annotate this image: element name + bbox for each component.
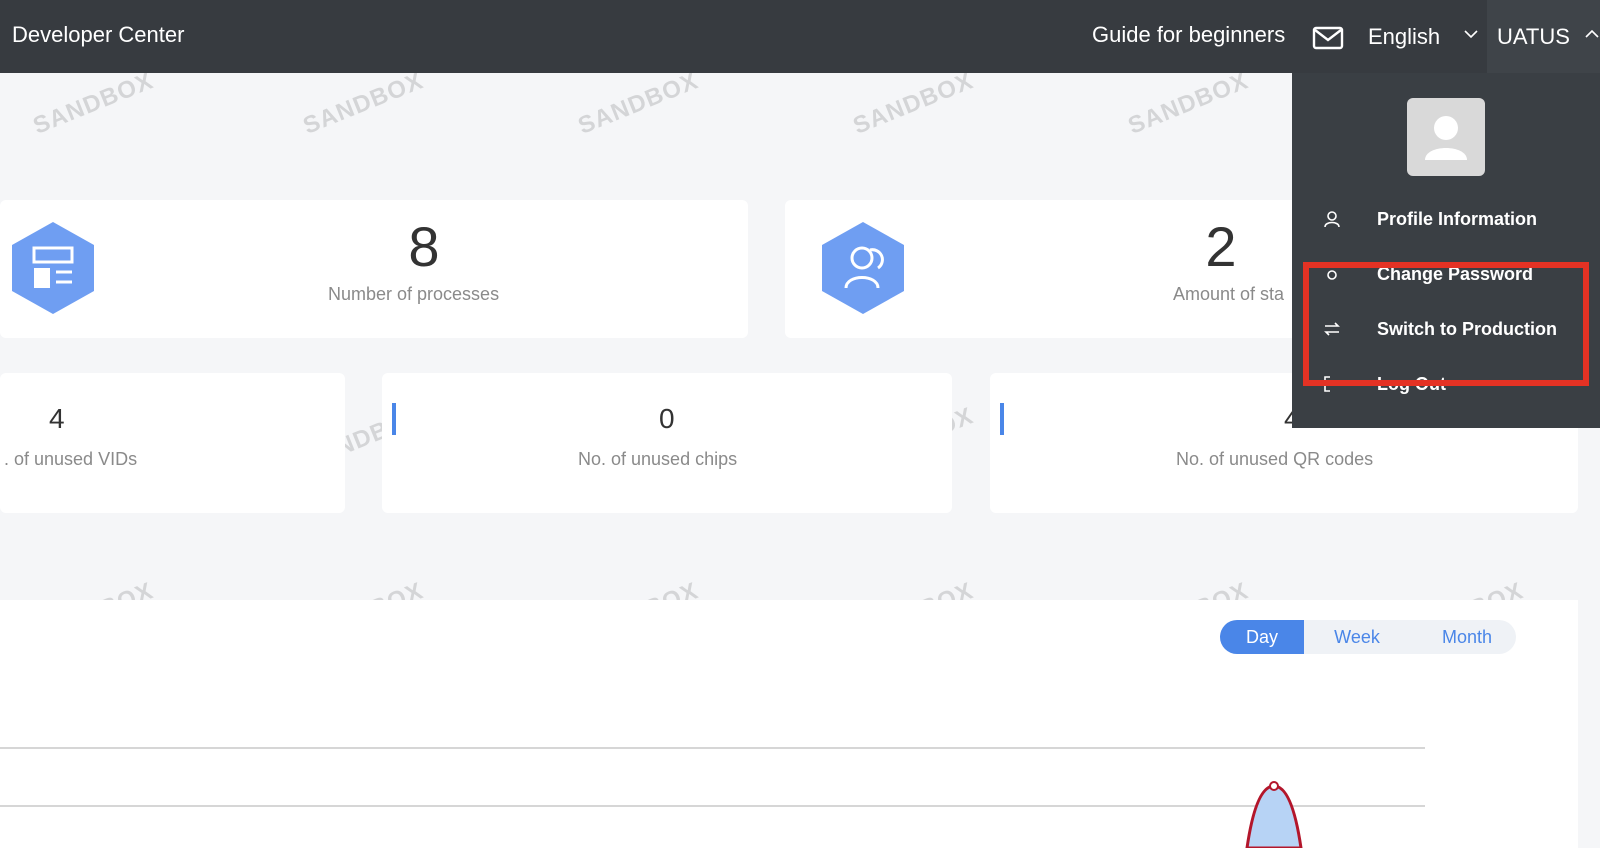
highlight-box: [1303, 262, 1589, 386]
app-title: Developer Center: [12, 22, 185, 47]
card-accent-bar: [1000, 403, 1004, 435]
watermark-text: SANDBOX: [1124, 67, 1253, 140]
username[interactable]: UATUS: [1497, 24, 1570, 50]
unused-chips-label: No. of unused chips: [578, 449, 738, 469]
range-toggle: Day Week Month: [1220, 620, 1516, 654]
processes-label: Number of processes: [328, 284, 500, 304]
top-navigation-bar: Developer Center Guide for beginners Eng…: [0, 0, 1600, 73]
chevron-down-icon[interactable]: [1464, 29, 1478, 39]
toggle-month[interactable]: Month: [1420, 620, 1514, 654]
processes-hex-icon: [12, 222, 94, 314]
menu-item-label: Profile Information: [1377, 209, 1538, 229]
chevron-up-icon[interactable]: [1585, 29, 1599, 39]
unused-qr-label: No. of unused QR codes: [1176, 449, 1374, 469]
card-accent-bar: [392, 403, 396, 435]
chart-point: [1269, 781, 1279, 791]
staff-card: 2 Amount of sta: [785, 200, 1305, 338]
chart-series-area: [1245, 784, 1303, 848]
unused-vids-card: 4 . of unused VIDs: [0, 373, 345, 513]
user-menu-trigger[interactable]: UATUS: [1487, 0, 1600, 73]
toggle-week[interactable]: Week: [1312, 620, 1402, 654]
staff-count: 2: [1205, 215, 1237, 278]
staff-label: Amount of sta: [1173, 284, 1285, 304]
processes-card: 8 Number of processes: [0, 200, 748, 338]
watermark-text: SANDBOX: [574, 67, 703, 140]
menu-profile-information[interactable]: Profile Information: [1292, 199, 1600, 239]
unused-chips-card: 0 No. of unused chips: [382, 373, 952, 513]
unused-chips-count: 0: [659, 403, 675, 434]
watermark-text: SANDBOX: [849, 67, 978, 140]
unused-vids-label: . of unused VIDs: [4, 449, 138, 469]
toggle-day[interactable]: Day: [1220, 620, 1304, 654]
users-hex-icon: [822, 222, 904, 314]
avatar: [1407, 98, 1485, 176]
watermark-text: SANDBOX: [29, 67, 158, 140]
mail-icon[interactable]: [1312, 26, 1344, 50]
watermark-text: SANDBOX: [299, 67, 428, 140]
guide-link[interactable]: Guide for beginners: [1092, 22, 1285, 48]
unused-vids-count: 4: [49, 403, 65, 434]
language-selector[interactable]: English: [1368, 24, 1440, 50]
processes-count: 8: [408, 215, 440, 278]
user-icon: [1324, 211, 1340, 228]
